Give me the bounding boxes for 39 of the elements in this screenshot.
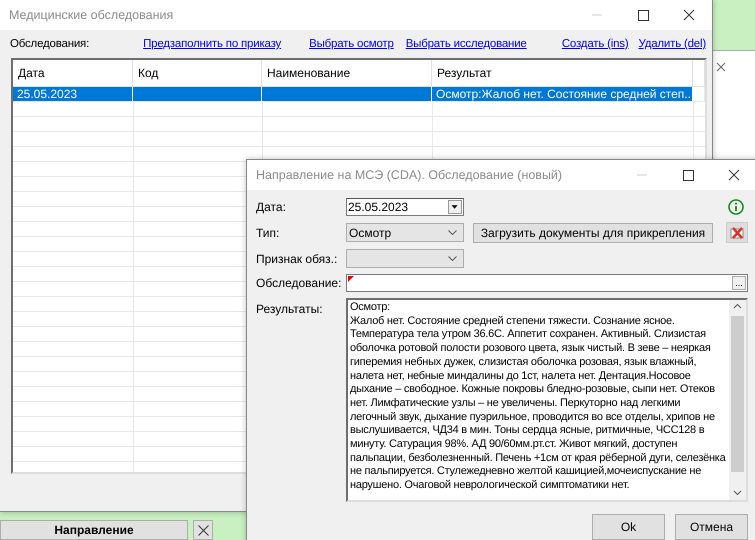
delete-icon [729,226,745,240]
upload-button[interactable]: Загрузить документы для прикрепления [473,222,713,242]
field-label: Тип: [256,226,280,240]
table-cell[interactable]: Осмотр:Жалоб нет. Состояние средней степ... [432,87,693,101]
window-title: Медицинские обследования [9,8,174,22]
chevron-down-icon [448,256,457,261]
table-cell[interactable] [133,87,262,101]
dropdown-icon[interactable] [448,200,462,214]
lookup-field[interactable]: ... [346,274,748,292]
dropdown-field[interactable]: Осмотр [346,223,464,242]
chevron-down-icon [448,230,457,235]
column-header[interactable]: Результат [432,60,693,86]
info-icon[interactable] [728,199,744,215]
action-link[interactable]: Выбрать осмотр [309,38,394,50]
column-header[interactable]: Дата [13,60,133,86]
close-icon[interactable] [716,62,726,72]
date-field[interactable]: 25.05.2023 [346,198,464,216]
window-title: Направление на МСЭ (CDA). Обследование (новый) [256,168,564,182]
column-header[interactable]: Наименование [262,60,432,86]
field-label: Результаты: [256,301,324,316]
scrollbar[interactable] [729,300,746,500]
table-cell[interactable]: 25.05.2023 [13,87,133,101]
close-icon[interactable] [193,520,213,540]
delete-button[interactable] [726,222,748,243]
table-cell[interactable] [262,87,432,101]
field-label: Признак обяз.: [256,252,338,266]
action-link[interactable]: Предзаполнить по приказу [143,38,282,50]
action-link[interactable]: Выбрать исследование [406,38,527,50]
tab-button[interactable]: Направление [0,520,188,540]
browse-button[interactable]: ... [732,276,746,290]
dialog-button[interactable]: Отмена [675,514,748,540]
field-label: Обследование: [256,276,342,290]
field-label: Дата: [256,200,287,214]
section-label: Обследования: [10,38,90,50]
dropdown-field[interactable] [346,249,464,268]
action-link[interactable]: Удалить (del) [638,38,706,50]
action-link[interactable]: Создать (ins) [562,38,628,50]
dialog-button[interactable]: Ok [592,514,665,540]
column-header[interactable]: Код [133,60,262,86]
